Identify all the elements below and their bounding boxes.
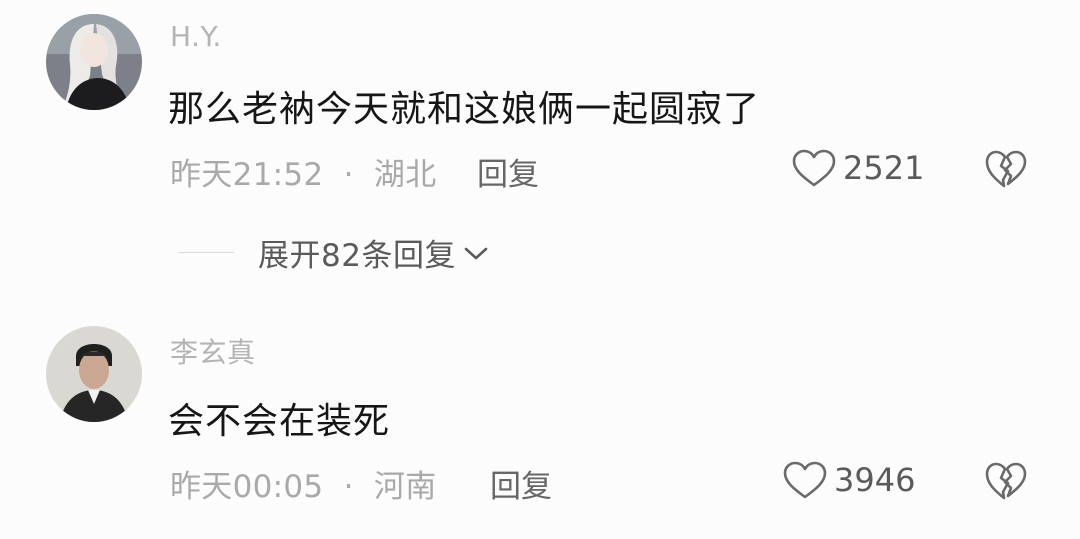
comment-location: 湖北 [373, 157, 437, 193]
expand-divider [178, 251, 234, 254]
comment-location: 河南 [373, 469, 437, 505]
comment-meta: 昨天21:52 · 湖北 [170, 149, 437, 194]
comment-meta: 昨天00:05 · 河南 [170, 461, 437, 506]
reply-button[interactable]: 回复 [477, 149, 539, 194]
expand-replies[interactable]: 展开82条回复 [178, 230, 490, 275]
reply-button[interactable]: 回复 [490, 461, 552, 506]
comment-time: 昨天21:52 [170, 157, 324, 193]
meta-separator: · [343, 157, 354, 193]
dislike-button[interactable] [984, 149, 1028, 189]
comment-text: 会不会在装死 [168, 401, 391, 442]
dislike-button[interactable] [984, 461, 1028, 501]
avatar[interactable] [46, 14, 142, 110]
like-button[interactable]: 3946 [782, 460, 915, 500]
username[interactable]: 李玄真 [170, 331, 256, 371]
like-button[interactable]: 2521 [791, 148, 924, 188]
comment-text: 那么老衲今天就和这娘俩一起圆寂了 [168, 89, 761, 130]
expand-replies-label: 展开82条回复 [258, 238, 456, 274]
meta-separator: · [343, 469, 354, 505]
chevron-down-icon [464, 247, 488, 259]
heart-outline-icon [792, 149, 836, 187]
like-count: 2521 [843, 149, 925, 187]
broken-heart-icon [985, 462, 1027, 500]
avatar-image [46, 326, 142, 422]
comment-list: H.Y. 那么老衲今天就和这娘俩一起圆寂了 昨天21:52 · 湖北 回复 25… [0, 0, 1080, 539]
heart-outline-icon [783, 461, 827, 499]
avatar[interactable] [46, 326, 142, 422]
like-count: 3946 [834, 461, 916, 499]
comment-time: 昨天00:05 [170, 469, 324, 505]
avatar-image [46, 14, 142, 110]
username[interactable]: H.Y. [170, 20, 222, 53]
broken-heart-icon [985, 150, 1027, 188]
